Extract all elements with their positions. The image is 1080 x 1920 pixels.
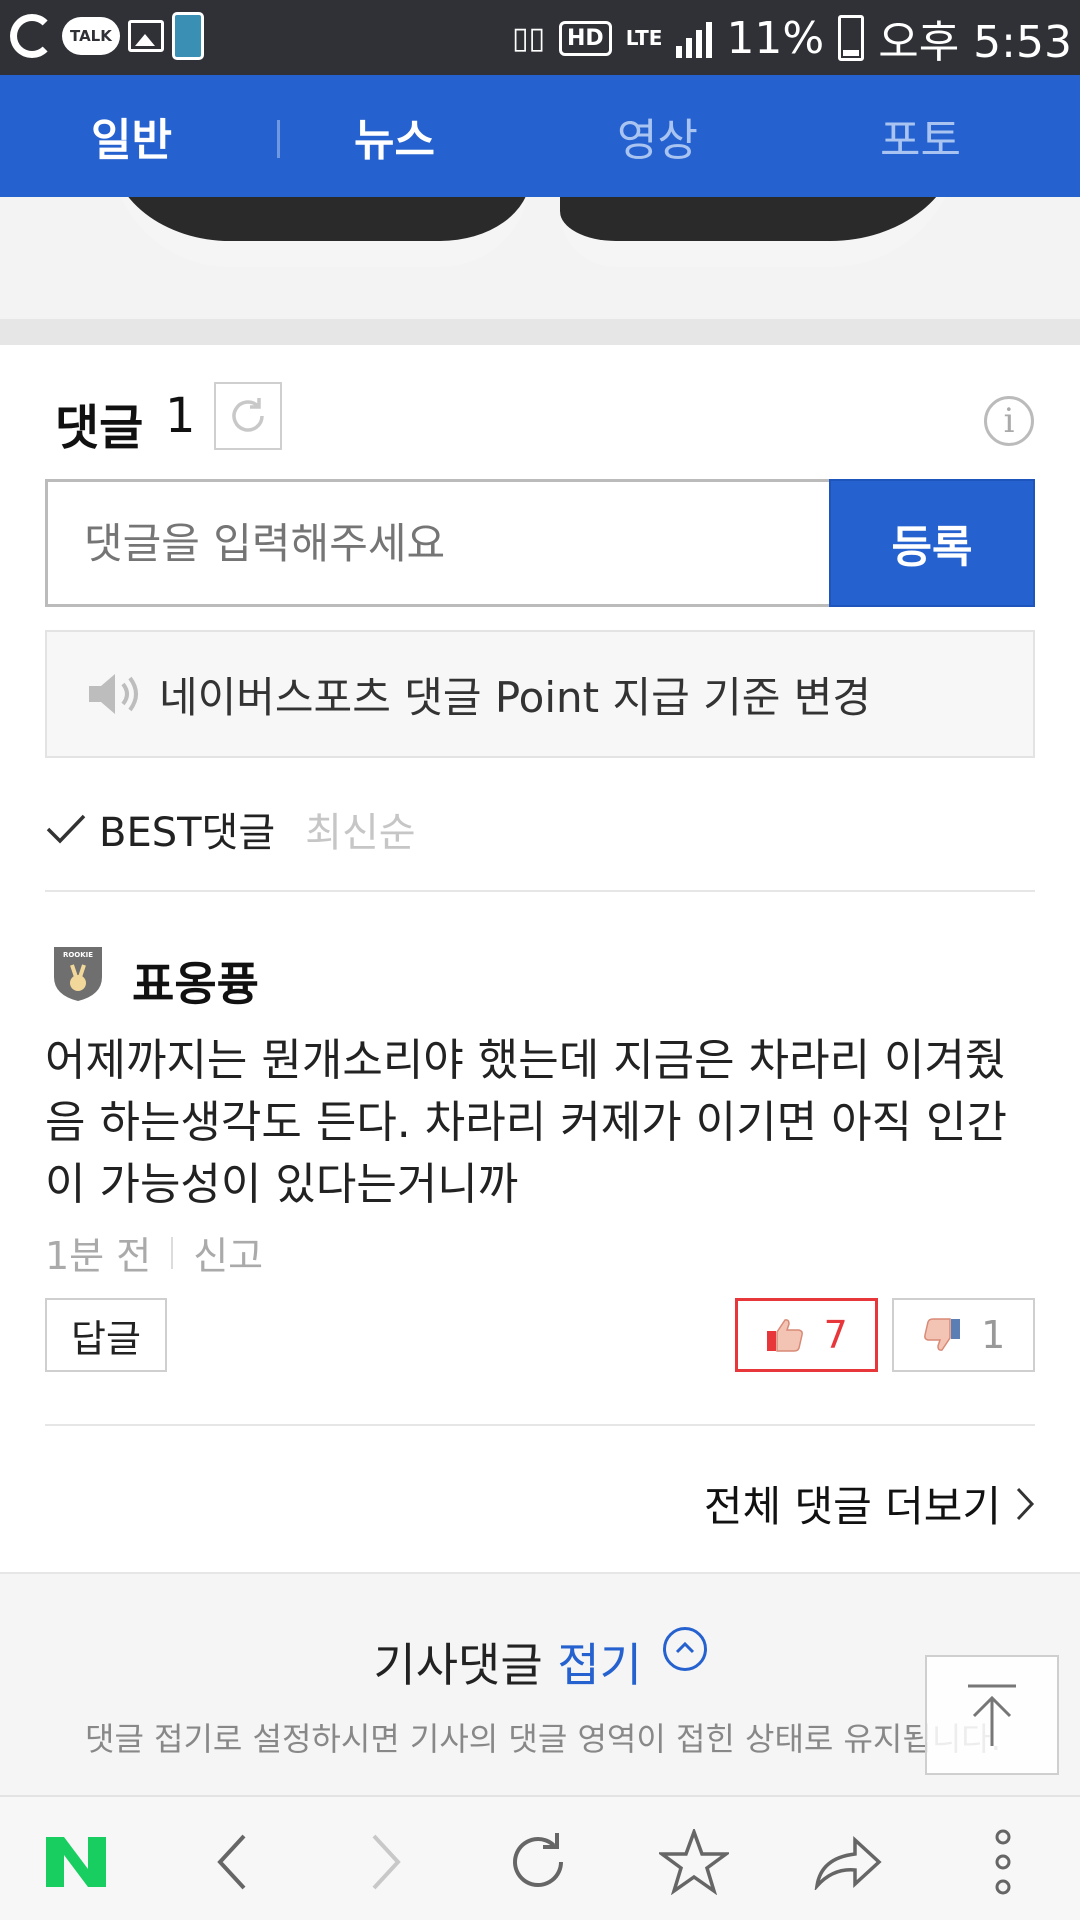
comment-author[interactable]: 표옹퓽 (132, 948, 259, 1014)
article-image (0, 197, 1080, 319)
comment-input[interactable] (45, 479, 830, 607)
notice-text: 네이버스포츠 댓글 Point 지급 기준 변경 (159, 672, 871, 722)
submit-button[interactable]: 등록 (829, 479, 1035, 607)
all-comments-label: 전체 댓글 더보기 (703, 1482, 1001, 1531)
divider (45, 890, 1035, 892)
star-icon (659, 1829, 729, 1895)
fold-title-row[interactable]: 기사댓글 접기 (0, 1627, 1080, 1695)
clock: 오후 5:53 (878, 17, 1072, 68)
phone-icon (171, 12, 204, 60)
more-icon (995, 1829, 1011, 1895)
fold-action[interactable]: 접기 (557, 1638, 642, 1692)
tab-divider (277, 120, 280, 158)
like-count: 7 (823, 1313, 848, 1357)
refresh-icon (232, 398, 264, 432)
dual-screen-icon: ▯▯ (511, 20, 545, 56)
battery-icon (838, 15, 865, 61)
tab-general[interactable]: 일반 (0, 104, 263, 168)
fold-title: 기사댓글 (373, 1638, 543, 1692)
shoe-left-image (110, 197, 530, 267)
reload-icon (513, 1833, 563, 1888)
dislike-button[interactable]: 1 (892, 1298, 1035, 1372)
arrow-up-icon (968, 1684, 1016, 1746)
status-bar-notifications: TALK (10, 12, 204, 60)
comments-count: 1 (165, 388, 196, 444)
all-comments-link[interactable]: 전체 댓글 더보기 (704, 1473, 1035, 1534)
sort-options: BEST댓글 최신순 (45, 800, 416, 858)
chevron-right-icon (1016, 1487, 1035, 1520)
comments-title: 댓글 (55, 400, 144, 456)
bookmark-button[interactable] (654, 1827, 734, 1897)
comment-meta: 1분 전 신고 (45, 1225, 263, 1280)
tab-news[interactable]: 뉴스 (263, 104, 526, 168)
check-icon (46, 814, 86, 844)
more-options-button[interactable] (963, 1827, 1043, 1897)
rookie-badge-icon: ROOKIE (54, 947, 102, 1001)
dislike-count: 1 (981, 1313, 1006, 1357)
naver-n-icon (46, 1837, 106, 1887)
info-icon[interactable]: i (984, 396, 1034, 446)
back-icon (217, 1834, 246, 1890)
sort-latest[interactable]: 최신순 (305, 800, 415, 858)
comment-fold-section: 기사댓글 접기 댓글 접기로 설정하시면 기사의 댓글 영역이 접힌 상태로 유… (0, 1572, 1080, 1797)
reply-button[interactable]: 답글 (45, 1298, 167, 1372)
meta-separator (171, 1236, 174, 1269)
speaker-icon (89, 674, 138, 714)
signal-icon (676, 18, 713, 58)
hd-voice-icon: HD (559, 20, 612, 56)
kakaotalk-icon: TALK (62, 17, 120, 55)
share-icon (814, 1836, 882, 1890)
report-link[interactable]: 신고 (193, 1225, 263, 1280)
comment-text: 어제까지는 뭔개소리야 했는데 지금은 차라리 이겨줬음 하는생각도 든다. 차… (45, 1035, 1007, 1210)
refresh-button[interactable] (214, 382, 282, 450)
thumbs-down-icon (923, 1318, 960, 1351)
shoe-right-image (560, 197, 960, 267)
chevron-up-icon (662, 1627, 707, 1671)
like-button[interactable]: 7 (735, 1298, 878, 1372)
sort-best[interactable]: BEST댓글 (99, 800, 275, 858)
lte-icon: LTE (625, 26, 663, 50)
fold-description: 댓글 접기로 설정하시면 기사의 댓글 영역이 접힌 상태로 유지됩니다. (85, 1720, 1001, 1758)
section-divider (0, 319, 1080, 345)
status-bar-system: ▯▯ HD LTE 11% 오후 5:53 (512, 6, 1072, 70)
forward-icon (372, 1834, 401, 1890)
share-button[interactable] (808, 1827, 888, 1897)
gallery-icon (127, 20, 164, 52)
svg-text:ROOKIE: ROOKIE (63, 951, 93, 959)
g-app-icon (10, 14, 54, 58)
scroll-to-top-button[interactable] (925, 1655, 1059, 1775)
reload-button[interactable] (498, 1827, 578, 1897)
status-bar: TALK ▯▯ HD LTE 11% 오후 5:53 (0, 0, 1080, 75)
top-nav: 일반 뉴스 영상 포토 (0, 75, 1080, 197)
notice-banner[interactable]: 네이버스포츠 댓글 Point 지급 기준 변경 (45, 630, 1035, 758)
back-button[interactable] (192, 1827, 272, 1897)
forward-button[interactable] (346, 1827, 426, 1897)
thumbs-up-icon (767, 1319, 804, 1352)
tab-video[interactable]: 영상 (526, 104, 789, 168)
divider (45, 1424, 1035, 1426)
tab-photo[interactable]: 포토 (789, 104, 1052, 168)
browser-toolbar (0, 1795, 1080, 1920)
naver-logo-icon[interactable] (36, 1827, 116, 1897)
battery-percent: 11% (726, 12, 825, 64)
comment-time: 1분 전 (45, 1234, 152, 1278)
